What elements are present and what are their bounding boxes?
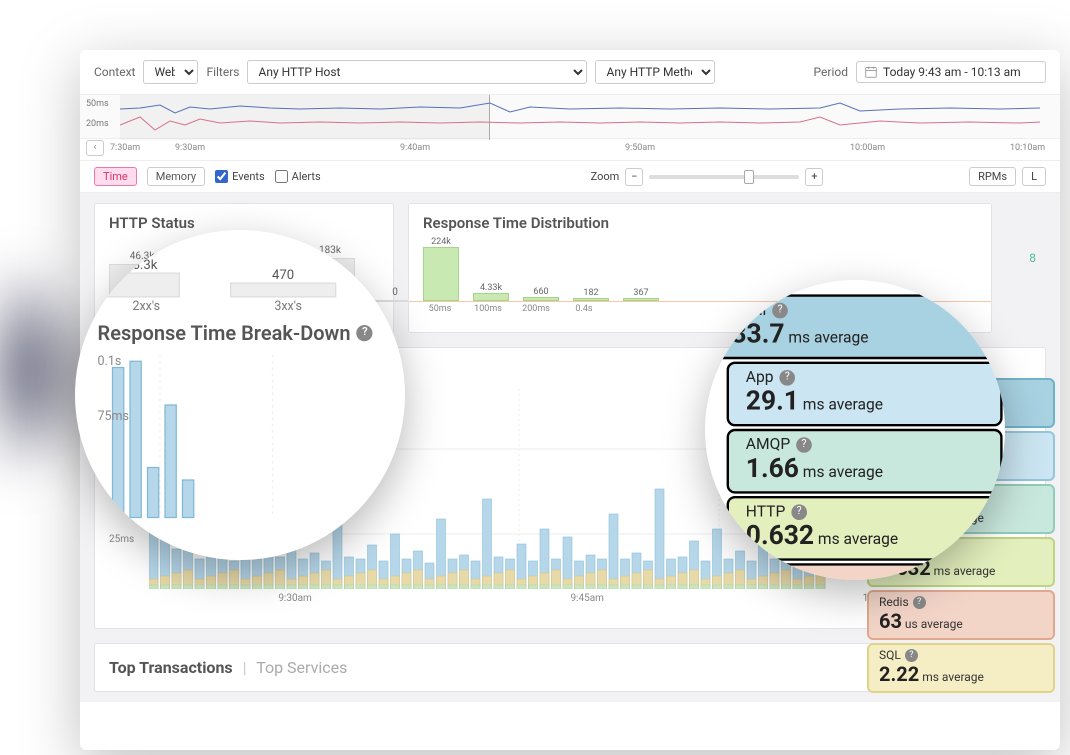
http-method-select[interactable]: Any HTTP Method	[595, 60, 715, 84]
time-tick: 9:40am	[400, 143, 430, 153]
time-tick: 10:10am	[1010, 143, 1045, 153]
lens-stat-card-amqp[interactable]: AMQP ? 1.66 ms average	[727, 429, 1003, 494]
zoom-lens-left: 46.3k 470 2xx's 3xx's Response Time Brea…	[75, 230, 405, 560]
rtd-bar[interactable]: 224k	[423, 237, 459, 301]
http-host-select[interactable]: Any HTTP Host	[247, 60, 587, 84]
rtd-label: 0.4s	[567, 304, 601, 314]
zoom-lens-right: Total ? 33.7 ms average App ? 29.1 ms av…	[705, 280, 1005, 580]
alerts-checkbox[interactable]: Alerts	[275, 170, 321, 183]
lens-breakdown-title: Response Time Break-Down	[98, 321, 351, 345]
tab-top-services[interactable]: Top Services	[256, 658, 347, 677]
breakdown-xtick: 9:30am	[278, 593, 312, 604]
stat-card-sql[interactable]: SQL ? 2.22 ms average	[867, 643, 1055, 693]
overview-ytick: 50ms	[86, 99, 109, 109]
help-icon[interactable]: ?	[913, 596, 926, 609]
rtd-label: 200ms	[519, 304, 553, 314]
chart-controls: Time Memory Events Alerts Zoom − + RPMs …	[80, 161, 1060, 193]
period-label: Period	[814, 65, 848, 79]
rtd-label: 50ms	[423, 304, 457, 314]
zoom-control: Zoom − +	[591, 168, 824, 186]
right-button-2[interactable]: L	[1022, 167, 1046, 186]
lens-stat-card-http[interactable]: HTTP ? 0.632 ms average	[727, 496, 1003, 561]
filter-bar: Context Web Filters Any HTTP Host Any HT…	[80, 50, 1060, 94]
calendar-icon	[865, 66, 877, 78]
period-value: Today 9:43 am - 10:13 am	[883, 65, 1021, 79]
lens-ytick: 0.1s	[98, 355, 122, 369]
breakdown-ytick: 25ms	[109, 534, 134, 545]
zoom-label: Zoom	[591, 170, 620, 183]
events-checkbox[interactable]: Events	[215, 170, 265, 183]
lens-breakdown-bars	[98, 355, 386, 530]
lens-stat-card-app[interactable]: App ? 29.1 ms average	[727, 362, 1003, 427]
context-select[interactable]: Web	[143, 60, 198, 84]
overview-time-axis: ‹ 7:30am 9:30am 9:40am 9:50am 10:00am 10…	[80, 139, 1060, 161]
time-toggle[interactable]: Time	[94, 167, 137, 186]
help-icon: ?	[780, 370, 796, 386]
zoom-out-button[interactable]: −	[625, 168, 643, 186]
rtd-title: Response Time Distribution	[409, 204, 991, 242]
help-icon[interactable]: ?	[357, 325, 373, 341]
zoom-slider[interactable]	[649, 175, 799, 179]
time-tick: 9:30am	[175, 143, 205, 153]
lens-http-count: 470	[272, 266, 294, 282]
lens-ytick: 75ms	[98, 410, 129, 424]
lens-stat-card-total[interactable]: Total ? 33.7 ms average	[712, 294, 1002, 359]
zoom-in-button[interactable]: +	[805, 168, 823, 186]
help-icon: ?	[790, 572, 806, 580]
lens-http-count: 46.3k	[125, 256, 157, 272]
rtd-right-num: 8	[1006, 203, 1046, 333]
rtd-bar[interactable]: 367	[623, 288, 659, 301]
rpms-button[interactable]: RPMs	[969, 167, 1016, 186]
help-icon: ?	[796, 437, 812, 453]
overview-sparkline[interactable]: 50ms 20ms	[80, 94, 1060, 139]
breakdown-xtick: 9:45am	[570, 593, 604, 604]
overview-lines	[120, 95, 1040, 140]
rtd-label: 100ms	[471, 304, 505, 314]
help-icon[interactable]: ?	[905, 649, 918, 662]
context-label: Context	[94, 65, 135, 79]
time-tick: 10:00am	[850, 143, 885, 153]
memory-toggle[interactable]: Memory	[147, 167, 205, 186]
overview-ytick: 20ms	[86, 119, 109, 129]
time-tick: 9:50am	[625, 143, 655, 153]
help-icon: ?	[772, 303, 788, 319]
time-tick: 7:30am	[110, 143, 140, 153]
lens-stat-card-redis[interactable]: Redis ? 63 us average	[727, 563, 1003, 580]
lens-http-label: 2xx's	[108, 300, 186, 314]
period-picker[interactable]: Today 9:43 am - 10:13 am	[856, 61, 1046, 83]
filters-label: Filters	[206, 65, 239, 79]
tab-top-transactions[interactable]: Top Transactions	[109, 658, 233, 677]
rtd-label	[615, 304, 649, 314]
stat-card-redis[interactable]: Redis ? 63 us average	[867, 590, 1055, 640]
rtd-bar[interactable]: 4.33k	[473, 283, 509, 301]
overview-nav-prev[interactable]: ‹	[86, 140, 104, 156]
lens-http-label: 3xx's	[235, 300, 341, 314]
rtd-bar[interactable]: 660	[523, 287, 559, 301]
help-icon: ?	[791, 504, 807, 520]
rtd-bar[interactable]: 182	[573, 288, 609, 301]
